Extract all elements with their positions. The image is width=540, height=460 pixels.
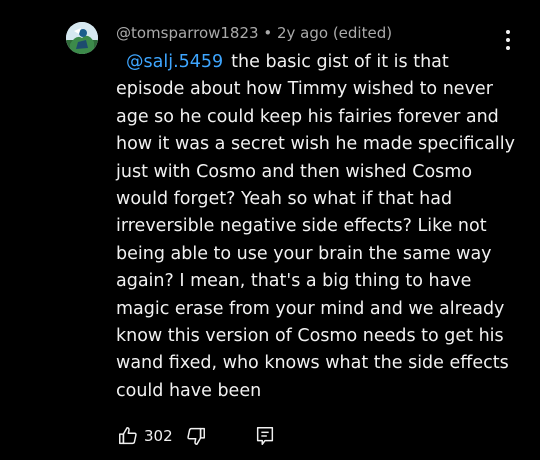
- meta-separator: •: [263, 24, 273, 42]
- like-count: 302: [144, 427, 173, 445]
- reply-comment-icon[interactable]: [253, 424, 277, 448]
- mention-link[interactable]: @salj.5459: [126, 52, 223, 72]
- comment-actions: 302: [116, 422, 277, 450]
- author-handle[interactable]: @tomsparrow1823: [116, 24, 259, 42]
- thumbs-up-icon[interactable]: [116, 424, 140, 448]
- thumbs-down-icon[interactable]: [184, 424, 208, 448]
- comment-text: the basic gist of it is that episode abo…: [116, 52, 515, 401]
- comment-time[interactable]: 2y ago (edited): [277, 24, 392, 42]
- avatar[interactable]: [66, 22, 98, 54]
- comment-body: @salj.5459 the basic gist of it is that e…: [116, 49, 521, 405]
- comment-meta: @tomsparrow1823 • 2y ago (edited): [116, 24, 392, 42]
